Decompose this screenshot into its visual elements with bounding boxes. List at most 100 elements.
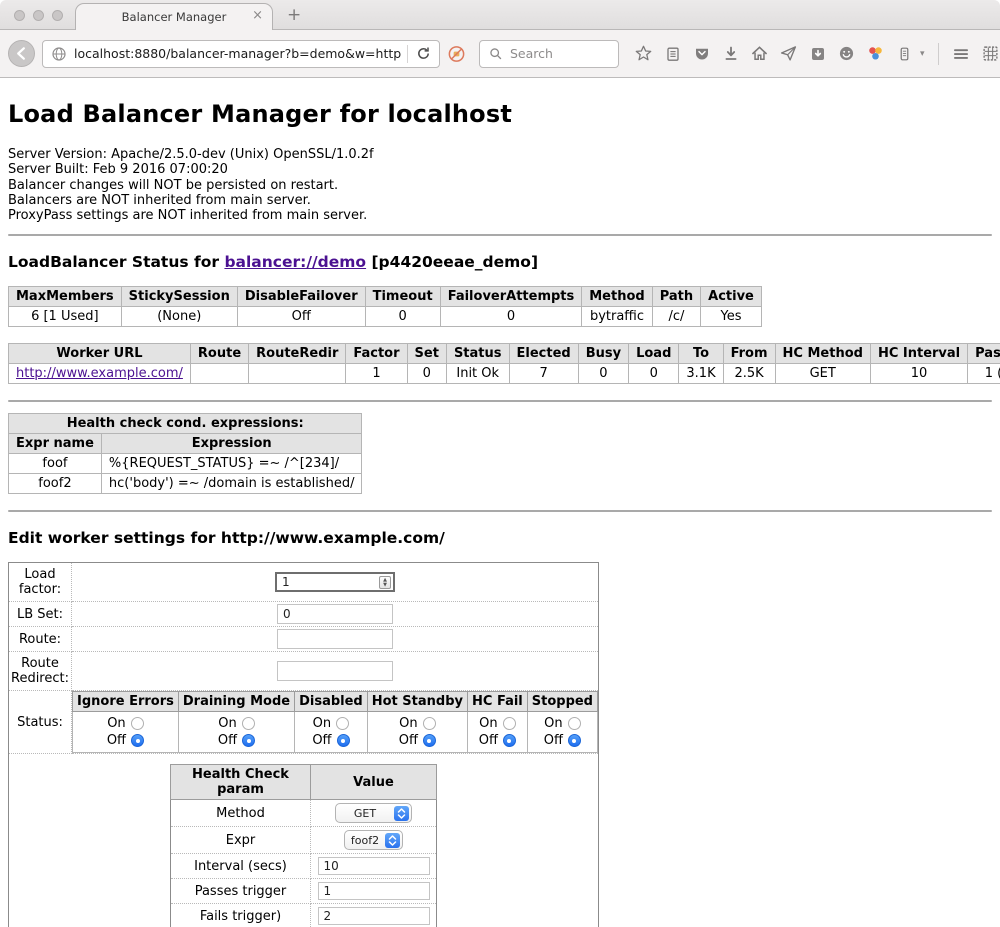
table-row: Expr name Expression [9, 434, 362, 454]
url-input[interactable]: localhost:8880/balancer-manager?b=demo&w… [74, 46, 401, 61]
table-cell: 0 [578, 364, 628, 384]
radio-disabled-off[interactable] [337, 734, 350, 747]
route-redirect-input[interactable] [277, 661, 393, 681]
column-header: Health Check param [171, 765, 311, 800]
heading-prefix: LoadBalancer Status for [8, 253, 224, 271]
table-row: Method GET [171, 800, 437, 827]
minimize-window-button[interactable] [33, 10, 44, 21]
toolbar-separator [938, 43, 939, 65]
health-check-expressions-table: Health check cond. expressions: Expr nam… [8, 413, 362, 494]
radio-stopped-off[interactable] [568, 734, 581, 747]
method-select[interactable]: GET [335, 803, 412, 823]
column-header: DisableFailover [237, 287, 365, 307]
lb-set-input[interactable] [277, 604, 393, 624]
page-content: Load Balancer Manager for localhost Serv… [0, 78, 1000, 927]
radio-ignore-errors-off[interactable] [131, 734, 144, 747]
container-tabs-icon[interactable] [895, 44, 914, 63]
downloads-icon[interactable] [721, 44, 740, 63]
table-row: Ignore Errors Draining Mode Disabled Hot… [73, 692, 598, 712]
tab-close-icon[interactable]: × [252, 9, 263, 22]
chevron-down-icon[interactable]: ▾ [920, 49, 925, 59]
radio-draining-mode-off[interactable] [242, 734, 255, 747]
close-window-button[interactable] [14, 10, 25, 21]
worker-status-table: Worker URL Route RouteRedir Factor Set S… [8, 343, 1000, 384]
divider [8, 510, 992, 512]
load-factor-input[interactable] [275, 572, 395, 592]
extension-download-icon[interactable] [808, 44, 827, 63]
radio-hc-fail-off[interactable] [503, 734, 516, 747]
fails-trigger-input[interactable] [318, 907, 430, 925]
radio-label-on: On [399, 716, 417, 731]
worker-url-link[interactable]: http://www.example.com/ [16, 366, 183, 381]
radio-hot-standby-on[interactable] [423, 717, 436, 730]
radio-label-off: Off [107, 733, 126, 748]
table-row: On Off On Off On Off [73, 712, 598, 753]
status-draining-mode-cell: On Off [178, 712, 294, 753]
column-header: Ignore Errors [73, 692, 179, 712]
column-header: Set [407, 344, 446, 364]
table-cell: 2.5K [723, 364, 775, 384]
proxypass-note-line: ProxyPass settings are NOT inherited fro… [8, 208, 992, 223]
expr-select-value: foof2 [345, 834, 385, 847]
radio-stopped-on[interactable] [568, 717, 581, 730]
table-row: foof2 hc('body') =~ /domain is establish… [9, 474, 362, 494]
balancer-link[interactable]: balancer://demo [224, 253, 366, 271]
table-cell: hc('body') =~ /domain is established/ [101, 474, 362, 494]
bookmark-star-icon[interactable] [634, 44, 653, 63]
status-hot-standby-cell: On Off [367, 712, 467, 753]
search-bar[interactable] [479, 40, 619, 68]
search-input[interactable] [510, 46, 610, 61]
tab-balancer-manager[interactable]: Balancer Manager × [75, 3, 273, 30]
table-cell: http://www.example.com/ [9, 364, 191, 384]
expr-select[interactable]: foof2 [344, 830, 403, 850]
column-header: Status [446, 344, 509, 364]
column-header: FailoverAttempts [440, 287, 582, 307]
radio-label-off: Off [544, 733, 563, 748]
radio-hc-fail-on[interactable] [503, 717, 516, 730]
browser-window: Balancer Manager × + localhost:8880/bala… [0, 0, 1000, 927]
radio-label-on: On [544, 716, 562, 731]
home-icon[interactable] [750, 44, 769, 63]
lb-set-label: LB Set: [9, 602, 72, 627]
passes-trigger-input[interactable] [318, 882, 430, 900]
radio-disabled-on[interactable] [336, 717, 349, 730]
send-tab-icon[interactable] [779, 44, 798, 63]
expr-label: Expr [171, 827, 311, 854]
pocket-icon[interactable] [692, 44, 711, 63]
radio-label-off: Off [479, 733, 498, 748]
persist-note-line: Balancer changes will NOT be persisted o… [8, 178, 992, 193]
blocked-content-icon[interactable] [447, 44, 466, 63]
back-button[interactable] [8, 40, 35, 67]
table-cell: 0 [407, 364, 446, 384]
server-version-line: Server Version: Apache/2.5.0-dev (Unix) … [8, 147, 992, 162]
url-bar[interactable]: localhost:8880/balancer-manager?b=demo&w… [42, 40, 440, 68]
new-tab-button[interactable]: + [287, 5, 301, 25]
route-label: Route: [9, 627, 72, 652]
column-header: Route [190, 344, 248, 364]
tab-bar: Balancer Manager × + [0, 0, 1000, 30]
table-cell: 6 [1 Used] [9, 307, 122, 327]
radio-hot-standby-off[interactable] [423, 734, 436, 747]
zoom-window-button[interactable] [52, 10, 63, 21]
table-cell: 7 [509, 364, 578, 384]
radio-label-off: Off [218, 733, 237, 748]
interval-input[interactable] [318, 857, 430, 875]
reload-icon[interactable] [414, 44, 433, 63]
colored-dots-extension-icon[interactable] [866, 44, 885, 63]
heading-suffix: [p4420eeae_demo] [366, 253, 538, 271]
search-icon [486, 44, 505, 63]
table-cell: 1 [346, 364, 407, 384]
chat-smiley-icon[interactable] [837, 44, 856, 63]
number-stepper-icon[interactable]: ▲▼ [379, 576, 391, 589]
menu-hamburger-icon[interactable] [952, 44, 971, 63]
reading-list-icon[interactable] [663, 44, 682, 63]
table-cell: %{REQUEST_STATUS} =~ /^[234]/ [101, 454, 362, 474]
table-row: Fails trigger) [171, 904, 437, 927]
window-controls[interactable] [14, 10, 63, 21]
radio-ignore-errors-on[interactable] [131, 717, 144, 730]
server-built-line: Server Built: Feb 9 2016 07:00:20 [8, 162, 992, 177]
inherit-note-line: Balancers are NOT inherited from main se… [8, 193, 992, 208]
radio-draining-mode-on[interactable] [242, 717, 255, 730]
sidebar-grid-icon[interactable] [981, 44, 1000, 63]
route-input[interactable] [277, 629, 393, 649]
